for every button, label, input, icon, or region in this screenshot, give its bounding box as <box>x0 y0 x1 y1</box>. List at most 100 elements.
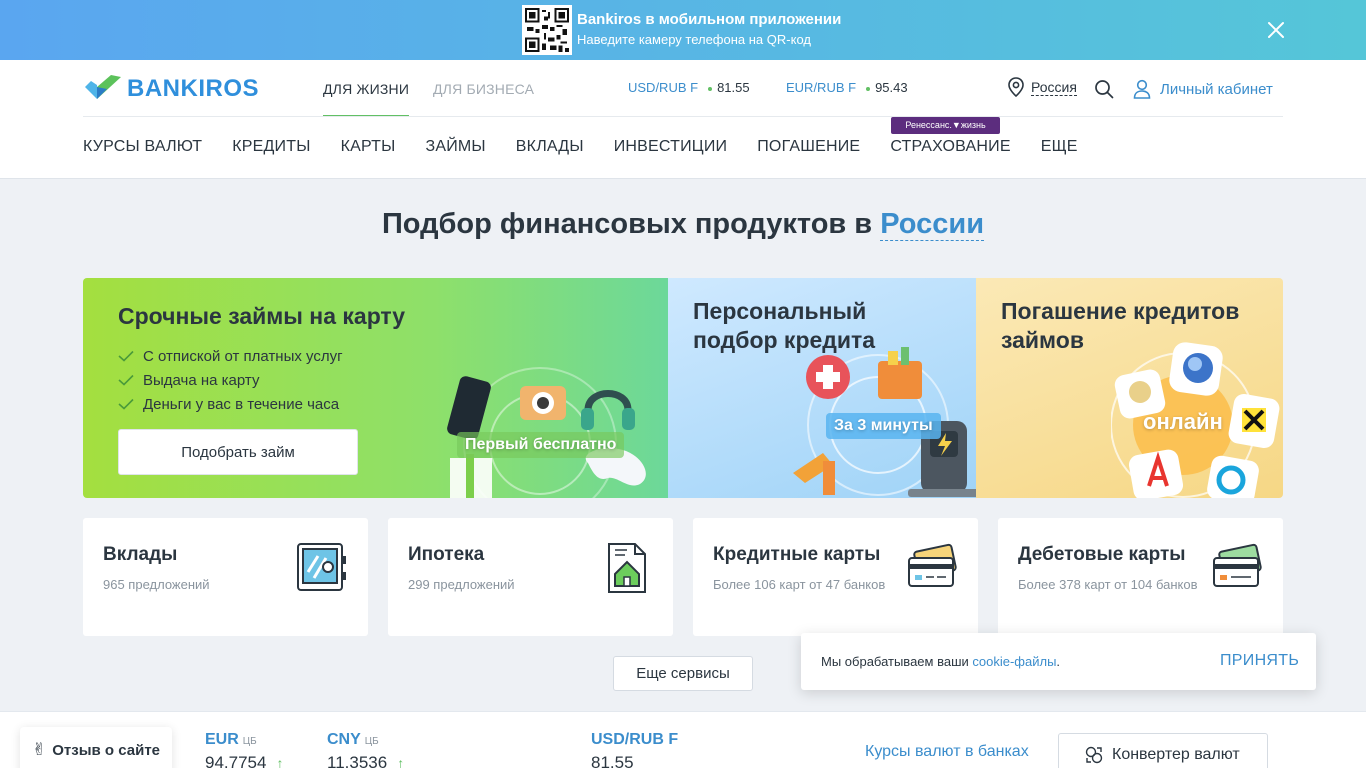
tile-subtitle: 299 предложений <box>408 577 515 592</box>
rate-eur-value: 95.43 <box>875 80 908 95</box>
cookie-policy-link[interactable]: cookie-файлы <box>972 654 1056 669</box>
personal-cabinet-link[interactable]: Личный кабинет <box>1133 79 1273 99</box>
arrow-up-icon: ↑ <box>276 755 284 768</box>
currency-usd-futures[interactable]: USD/RUB F 81.55 <box>591 731 678 768</box>
search-icon[interactable] <box>1094 79 1114 99</box>
list-item: Деньги у вас в течение часа <box>118 392 343 416</box>
user-icon <box>1133 79 1151 99</box>
nav-item-insurance[interactable]: СТРАХОВАНИЕ <box>890 138 1010 156</box>
region-selector[interactable]: Россия <box>1007 77 1077 97</box>
promo-card-repayment[interactable]: Погашение кредитов займов онлайн <box>976 278 1283 498</box>
nav-item-cards[interactable]: КАРТЫ <box>341 138 396 156</box>
arrow-up-icon: ↑ <box>397 755 405 768</box>
currency-code: CNY <box>327 731 361 748</box>
promo-card-credit[interactable]: Персональный подбор кредита За 3 минуты <box>668 278 976 498</box>
converter-icon <box>1085 746 1103 764</box>
loans-illustration <box>447 367 646 498</box>
currency-source: ЦБ <box>364 736 379 747</box>
nav-item-investments[interactable]: ИНВЕСТИЦИИ <box>614 138 728 156</box>
logo-icon <box>85 75 121 99</box>
region-name: Россия <box>1031 78 1077 96</box>
rate-eur-label: EUR/RUB F <box>786 80 857 95</box>
close-icon[interactable] <box>1265 19 1287 41</box>
rate-usd-value: 81.55 <box>717 80 750 95</box>
feedback-label: Отзыв о сайте <box>52 741 161 759</box>
house-document-icon <box>608 543 646 593</box>
credit-art-label: За 3 минуты <box>826 413 941 439</box>
currency-code: EUR <box>205 731 239 748</box>
title-line: Персональный <box>693 298 867 324</box>
check-icon <box>118 374 134 386</box>
nav-item-repayment[interactable]: ПОГАШЕНИЕ <box>757 138 860 156</box>
segment-business[interactable]: ДЛЯ БИЗНЕСА <box>433 80 534 97</box>
more-services-button[interactable]: Еще сервисы <box>613 656 753 691</box>
currency-eur[interactable]: EUR ЦБ 94.7754 ↑ <box>205 731 283 768</box>
tile-title: Кредитные карты <box>713 544 881 565</box>
tile-title: Вклады <box>103 544 178 565</box>
feature-text: Выдача на карту <box>143 371 260 389</box>
promo-card-loans-title: Срочные займы на карту <box>118 303 406 329</box>
rate-dot <box>708 87 713 91</box>
site-feedback-button[interactable]: ✌ Отзыв о сайте <box>20 727 172 768</box>
nav-item-more[interactable]: ЕЩЕ <box>1041 138 1078 156</box>
rate-usd[interactable]: USD/RUB F 81.55 <box>628 80 750 95</box>
cookie-dot: . <box>1056 654 1061 669</box>
cookie-accept-button[interactable]: ПРИНЯТЬ <box>1220 652 1299 670</box>
logo[interactable]: BANKIROS <box>83 73 259 105</box>
tile-debit-cards[interactable]: Дебетовые карты Более 378 карт от 104 ба… <box>998 518 1283 636</box>
page-title: Подбор финансовых продуктов в России <box>0 208 1366 241</box>
pick-loan-button[interactable]: Подобрать займ <box>118 429 358 475</box>
victory-hand-icon: ✌ <box>32 740 47 759</box>
feature-text: Деньги у вас в течение часа <box>143 395 340 413</box>
loans-art-label: Первый бесплатно <box>457 432 625 458</box>
nav-item-credits[interactable]: КРЕДИТЫ <box>232 138 310 156</box>
page-title-text: Подбор финансовых продуктов в <box>381 208 873 240</box>
location-pin-icon <box>1008 77 1024 97</box>
tile-title: Дебетовые карты <box>1018 544 1186 565</box>
rate-dot <box>866 87 871 91</box>
tile-mortgage[interactable]: Ипотека 299 предложений <box>388 518 673 636</box>
currency-code: USD/RUB F <box>591 731 679 748</box>
tile-subtitle: 965 предложений <box>103 577 210 592</box>
tile-subtitle: Более 378 карт от 104 банков <box>1018 577 1198 592</box>
feature-text: С отпиской от платных услуг <box>143 347 343 365</box>
cookie-banner: Мы обрабатываем ваши cookie-файлы. ПРИНЯ… <box>801 633 1316 690</box>
insurance-partner-badge: Ренессанс.▼жизнь <box>891 117 1000 134</box>
cabinet-label: Личный кабинет <box>1160 80 1273 98</box>
nav-item-currency[interactable]: КУРСЫ ВАЛЮТ <box>83 138 202 156</box>
check-icon <box>118 398 134 410</box>
tile-deposits[interactable]: Вклады 965 предложений <box>83 518 368 636</box>
promo-card-loans-features: С отпиской от платных услуг Выдача на ка… <box>118 344 343 416</box>
main-nav: КУРСЫ ВАЛЮТ КРЕДИТЫ КАРТЫ ЗАЙМЫ ВКЛАДЫ И… <box>83 138 1108 156</box>
nav-item-loans[interactable]: ЗАЙМЫ <box>425 138 485 156</box>
currency-value: 11.3536 <box>327 753 388 768</box>
page-title-region[interactable]: России <box>880 208 985 241</box>
list-item: С отпиской от платных услуг <box>118 344 343 368</box>
title-line: Погашение кредитов <box>1001 298 1240 324</box>
cookie-message: Мы обрабатываем ваши <box>821 654 969 669</box>
check-icon <box>118 350 134 362</box>
list-item: Выдача на карту <box>118 368 343 392</box>
currency-cny[interactable]: CNY ЦБ 11.3536 ↑ <box>327 731 404 768</box>
logo-text: BANKIROS <box>127 75 260 102</box>
nav-item-deposits[interactable]: ВКЛАДЫ <box>516 138 584 156</box>
header-divider <box>83 116 1283 117</box>
segment-life[interactable]: ДЛЯ ЖИЗНИ <box>323 80 410 117</box>
promo-subtitle: Наведите камеру телефона на QR-код <box>577 32 811 47</box>
converter-label: Конвертер валют <box>1112 746 1240 763</box>
rate-usd-label: USD/RUB F <box>628 80 699 95</box>
safe-icon <box>297 543 346 591</box>
bank-rates-link[interactable]: Курсы валют в банках <box>865 743 1029 761</box>
tile-title: Ипотека <box>408 544 485 565</box>
app-promo-banner: Bankiros в мобильном приложении Наведите… <box>0 0 1366 60</box>
tile-subtitle: Более 106 карт от 47 банков <box>713 577 886 592</box>
credit-card-icon <box>908 543 957 587</box>
rate-eur[interactable]: EUR/RUB F 95.43 <box>786 80 908 95</box>
currency-converter-button[interactable]: Конвертер валют <box>1058 733 1268 768</box>
site-header: BANKIROS ДЛЯ ЖИЗНИ ДЛЯ БИЗНЕСА USD/RUB F… <box>0 60 1366 179</box>
qr-code-icon <box>522 5 572 55</box>
promo-card-loans[interactable]: Срочные займы на карту С отпиской от пла… <box>83 278 668 498</box>
tile-credit-cards[interactable]: Кредитные карты Более 106 карт от 47 бан… <box>693 518 978 636</box>
repayment-art-label: онлайн <box>1143 409 1223 434</box>
promo-title: Bankiros в мобильном приложении <box>577 11 842 28</box>
